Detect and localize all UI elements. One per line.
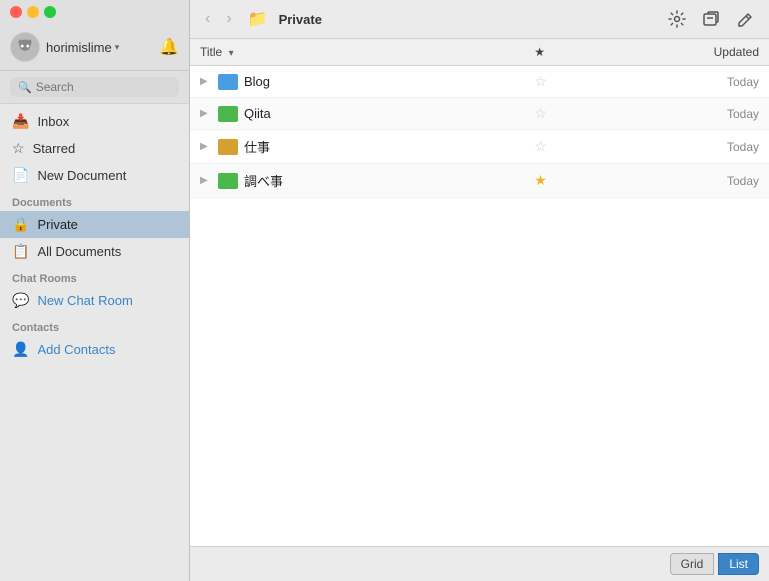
- folder-color-icon: [218, 74, 238, 90]
- bottom-bar: Grid List: [190, 546, 769, 581]
- star-empty-icon[interactable]: ☆: [534, 138, 547, 154]
- expand-arrow-icon[interactable]: ▶: [200, 76, 212, 87]
- toolbar-right: [663, 7, 759, 31]
- title-cell: ▶ Blog: [190, 66, 524, 98]
- new-window-button[interactable]: [697, 7, 725, 31]
- title-column-header[interactable]: Title ▾: [190, 39, 524, 66]
- sidebar-item-starred[interactable]: ☆ Starred: [0, 135, 189, 162]
- star-cell[interactable]: ☆: [524, 130, 557, 164]
- folder-color-icon: [218, 173, 238, 189]
- expand-arrow-icon[interactable]: ▶: [200, 141, 212, 152]
- username: horimislime: [46, 40, 112, 55]
- updated-cell: Today: [557, 130, 769, 164]
- back-button[interactable]: ‹: [200, 7, 215, 31]
- sidebar-item-add-contacts[interactable]: 👤 Add Contacts: [0, 336, 189, 363]
- star-cell[interactable]: ☆: [524, 98, 557, 130]
- sidebar-item-new-chat-room[interactable]: 💬 New Chat Room: [0, 287, 189, 314]
- lock-icon: 🔒: [12, 216, 29, 233]
- sidebar-item-private[interactable]: 🔒 Private: [0, 211, 189, 238]
- new-window-icon: [702, 10, 720, 28]
- forward-button[interactable]: ›: [221, 7, 236, 31]
- sidebar-item-label: Add Contacts: [37, 342, 115, 357]
- updated-cell: Today: [557, 164, 769, 198]
- settings-button[interactable]: [663, 7, 691, 31]
- grid-view-button[interactable]: Grid: [670, 553, 715, 575]
- star-cell[interactable]: ★: [524, 164, 557, 198]
- star-filled-icon[interactable]: ★: [534, 172, 547, 188]
- person-add-icon: 👤: [12, 341, 29, 358]
- folder-nav-icon: 📁: [248, 9, 268, 29]
- document-table: Title ▾ ★ Updated ▶ Blog: [190, 39, 769, 198]
- search-input[interactable]: [36, 80, 171, 94]
- table-row[interactable]: ▶ Blog ☆ Today: [190, 66, 769, 98]
- sidebar-item-label: Inbox: [37, 114, 69, 129]
- document-table-container: Title ▾ ★ Updated ▶ Blog: [190, 39, 769, 546]
- traffic-lights: [0, 0, 189, 24]
- chat-icon: 💬: [12, 292, 29, 309]
- main-content: ‹ › 📁 Private: [190, 0, 769, 581]
- folder-color-icon: [218, 106, 238, 122]
- document-name: 調べ事: [244, 171, 283, 190]
- star-cell[interactable]: ☆: [524, 66, 557, 98]
- search-bar: 🔍: [0, 71, 189, 104]
- avatar: [10, 32, 40, 62]
- star-icon: ☆: [12, 140, 25, 157]
- sidebar-item-inbox[interactable]: 📥 Inbox: [0, 108, 189, 135]
- updated-cell: Today: [557, 66, 769, 98]
- star-empty-icon[interactable]: ☆: [534, 105, 547, 121]
- sidebar-nav: 📥 Inbox ☆ Starred 📄 New Document Documen…: [0, 104, 189, 581]
- gear-icon: [668, 10, 686, 28]
- chevron-down-icon: ▾: [115, 42, 120, 53]
- sidebar-item-label: Starred: [33, 141, 76, 156]
- compose-button[interactable]: [731, 7, 759, 31]
- minimize-button[interactable]: [27, 6, 39, 18]
- sidebar-header: horimislime ▾ 🔔: [0, 24, 189, 71]
- inbox-icon: 📥: [12, 113, 29, 130]
- expand-arrow-icon[interactable]: ▶: [200, 175, 212, 186]
- new-doc-icon: 📄: [12, 167, 29, 184]
- search-icon: 🔍: [18, 81, 32, 94]
- sidebar-item-label: New Chat Room: [37, 293, 132, 308]
- document-name: 仕事: [244, 137, 270, 156]
- username-area[interactable]: horimislime ▾: [46, 40, 153, 55]
- title-cell: ▶ Qiita: [190, 98, 524, 130]
- sidebar-item-label: Private: [37, 217, 77, 232]
- table-row[interactable]: ▶ Qiita ☆ Today: [190, 98, 769, 130]
- sort-indicator: ▾: [229, 48, 234, 59]
- expand-arrow-icon[interactable]: ▶: [200, 108, 212, 119]
- sidebar-item-new-document[interactable]: 📄 New Document: [0, 162, 189, 189]
- star-empty-icon[interactable]: ☆: [534, 73, 547, 89]
- chevron-right-icon: ›: [226, 10, 231, 28]
- section-label-contacts: Contacts: [0, 314, 189, 336]
- folder-color-icon: [218, 139, 238, 155]
- toolbar: ‹ › 📁 Private: [190, 0, 769, 39]
- updated-cell: Today: [557, 98, 769, 130]
- sidebar: horimislime ▾ 🔔 🔍 📥 Inbox ☆ Starred 📄 Ne…: [0, 0, 190, 581]
- updated-column-header[interactable]: Updated: [557, 39, 769, 66]
- section-label-chatrooms: Chat Rooms: [0, 265, 189, 287]
- maximize-button[interactable]: [44, 6, 56, 18]
- document-name: Blog: [244, 74, 270, 89]
- compose-icon: [736, 10, 754, 28]
- close-button[interactable]: [10, 6, 22, 18]
- sidebar-item-label: New Document: [37, 168, 126, 183]
- notification-bell-icon[interactable]: 🔔: [159, 37, 179, 57]
- folder-nav-button[interactable]: 📁: [243, 6, 273, 32]
- search-wrap: 🔍: [10, 77, 179, 97]
- breadcrumb-title: Private: [279, 12, 322, 27]
- document-icon: 📋: [12, 243, 29, 260]
- sidebar-item-label: All Documents: [37, 244, 121, 259]
- table-row[interactable]: ▶ 調べ事 ★ Today: [190, 164, 769, 198]
- title-cell: ▶ 仕事: [190, 130, 524, 164]
- star-column-header[interactable]: ★: [524, 39, 557, 66]
- title-cell: ▶ 調べ事: [190, 164, 524, 198]
- section-label-documents: Documents: [0, 189, 189, 211]
- table-row[interactable]: ▶ 仕事 ☆ Today: [190, 130, 769, 164]
- chevron-left-icon: ‹: [205, 10, 210, 28]
- sidebar-item-all-documents[interactable]: 📋 All Documents: [0, 238, 189, 265]
- document-name: Qiita: [244, 106, 271, 121]
- star-header-icon: ★: [534, 45, 545, 59]
- list-view-button[interactable]: List: [718, 553, 759, 575]
